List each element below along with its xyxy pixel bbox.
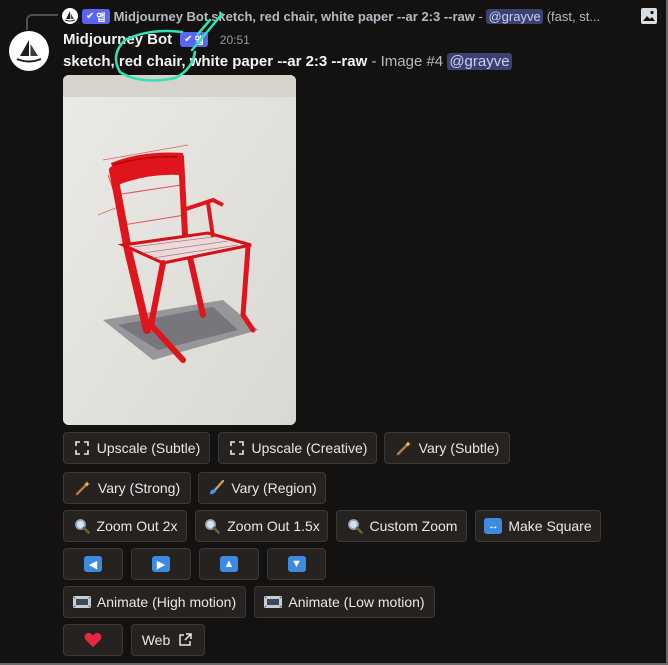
web-link-button[interactable]: Web <box>131 624 205 656</box>
reply-author[interactable]: Midjourney Bot <box>114 9 209 24</box>
prompt-line: sketch, red chair, white paper --ar 2:3 … <box>63 53 512 70</box>
sailboat-icon <box>16 40 42 63</box>
vary-region-button[interactable]: Vary (Region) <box>198 472 326 504</box>
red-chair-sketch <box>63 75 296 425</box>
left-arrow-icon: ◀ <box>84 556 102 572</box>
message-timestamp: 20:51 <box>219 32 250 47</box>
expand-corners-icon <box>228 439 246 457</box>
message-mention[interactable]: @grayve <box>447 53 512 70</box>
film-strip-icon <box>72 593 91 611</box>
image-icon[interactable] <box>640 7 658 25</box>
pan-right-button[interactable]: ▶ <box>131 548 191 580</box>
reply-avatar <box>62 8 78 24</box>
zoom-out-1-5x-button[interactable]: Zoom Out 1.5x <box>195 510 328 542</box>
image-label: - Image #4 <box>367 53 448 70</box>
pan-up-button[interactable]: ▲ <box>199 548 259 580</box>
check-icon: ✔ <box>86 10 95 22</box>
sailboat-icon <box>64 11 76 22</box>
right-arrow-icon: ▶ <box>152 556 170 572</box>
favorite-button[interactable] <box>63 624 123 656</box>
reply-separator: - <box>474 8 487 24</box>
up-arrow-icon: ▲ <box>220 556 238 572</box>
expand-corners-icon <box>73 439 91 457</box>
paintbrush-icon <box>207 479 225 497</box>
animate-low-motion-button[interactable]: Animate (Low motion) <box>254 586 435 618</box>
message-author[interactable]: Midjourney Bot <box>63 31 172 48</box>
film-strip-icon <box>264 593 283 611</box>
prompt-text: sketch, red chair, white paper --ar 2:3 … <box>63 53 368 70</box>
upscale-creative-button[interactable]: Upscale (Creative) <box>218 432 377 464</box>
external-link-icon <box>176 631 194 649</box>
bot-avatar[interactable] <box>9 31 49 71</box>
pan-down-button[interactable]: ▼ <box>267 548 326 580</box>
generated-image[interactable] <box>63 75 296 425</box>
animate-high-motion-button[interactable]: Animate (High motion) <box>63 586 246 618</box>
app-badge: ✔ 앱 <box>180 32 208 47</box>
left-right-arrow-icon: ↔ <box>484 518 503 534</box>
reply-mention[interactable]: @grayve <box>486 8 543 24</box>
vary-subtle-button[interactable]: Vary (Subtle) <box>384 432 510 464</box>
reply-content: sketch, red chair, white paper --ar 2:3 … <box>211 8 475 24</box>
reply-app-badge: ✔ 앱 <box>82 8 110 24</box>
magic-wand-icon <box>74 479 92 497</box>
magnifier-icon <box>203 517 221 535</box>
reply-preview[interactable]: ✔ 앱 Midjourney Bot sketch, red chair, wh… <box>28 7 658 25</box>
check-icon: ✔ <box>184 34 193 45</box>
upscale-subtle-button[interactable]: Upscale (Subtle) <box>63 432 210 464</box>
zoom-out-2x-button[interactable]: Zoom Out 2x <box>63 510 187 542</box>
magnifier-icon <box>73 517 91 535</box>
make-square-button[interactable]: ↔ Make Square <box>475 510 601 542</box>
reply-tail: (fast, st... <box>546 8 601 24</box>
magnifier-icon <box>346 517 364 535</box>
vary-strong-button[interactable]: Vary (Strong) <box>63 472 191 504</box>
message-header: Midjourney Bot ✔ 앱 20:51 <box>63 31 250 48</box>
heart-icon <box>84 631 102 649</box>
custom-zoom-button[interactable]: Custom Zoom <box>336 510 467 542</box>
magic-wand-icon <box>395 439 413 457</box>
down-arrow-icon: ▼ <box>287 556 306 572</box>
pan-left-button[interactable]: ◀ <box>63 548 123 580</box>
